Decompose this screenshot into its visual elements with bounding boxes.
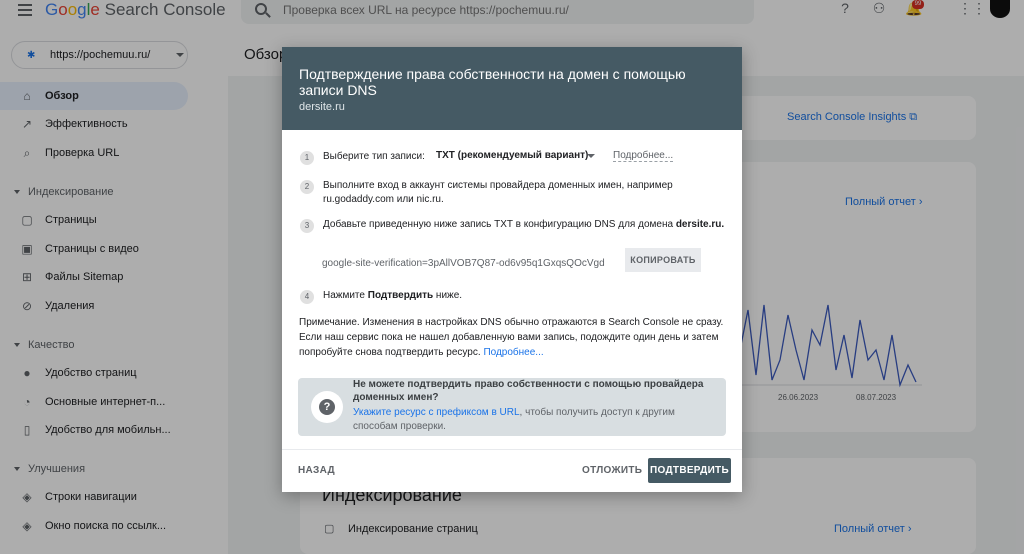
step3-text: Добавьте приведенную ниже запись TXT в к… [323,218,724,232]
help-title: Не можете подтвердить право собственност… [353,379,704,403]
step4-post: ниже. [435,290,463,301]
dialog-domain: dersite.ru [299,101,345,113]
step2-line: ru.godaddy.com или nic.ru. [323,194,444,205]
divider [282,449,742,450]
chevron-down-icon[interactable] [587,154,595,158]
dialog-title: Подтверждение права собственности на дом… [299,66,686,98]
step3-instruction: Добавьте приведенную ниже запись TXT в к… [323,219,674,230]
step3-domain: dersite.ru. [675,219,725,230]
help-text: Укажите ресурс с префиксом в URL, чтобы … [353,406,713,434]
confirm-button[interactable]: ПОДТВЕРДИТЬ [648,458,731,483]
record-type-select[interactable]: TXT (рекомендуемый вариант) [436,150,588,161]
note-more-link[interactable]: Подробнее... [483,347,543,358]
dialog-header: Подтверждение права собственности на дом… [282,47,742,130]
dns-verification-dialog: Подтверждение права собственности на дом… [282,47,742,492]
step2-line: Выполните вход в аккаунт системы провайд… [323,180,673,191]
step-number: 4 [300,290,314,304]
help-box: ? Не можете подтвердить право собственно… [298,378,726,436]
later-button[interactable]: ОТЛОЖИТЬ [582,465,642,476]
step1-label: Выберите тип записи: [323,151,425,162]
step-number: 3 [300,219,314,233]
step4-bold: Подтвердить [367,290,434,301]
step2-text: Выполните вход в аккаунт системы провайд… [323,179,673,207]
step-number: 2 [300,180,314,194]
copy-button[interactable]: КОПИРОВАТЬ [625,248,701,272]
txt-record-value[interactable]: google-site-verification=3pAllVOB7Q87-od… [322,258,605,269]
step-number: 1 [300,151,314,165]
step4-pre: Нажмите [323,290,365,301]
step4-text: Нажмите Подтвердить ниже. [323,289,462,303]
help-circle: ? [311,391,343,423]
back-button[interactable]: НАЗАД [298,465,335,476]
url-prefix-link[interactable]: Укажите ресурс с префиксом в URL [353,407,520,418]
dns-note: Примечание. Изменения в настройках DNS о… [299,315,729,360]
question-icon: ? [319,399,335,415]
more-info-link[interactable]: Подробнее... [613,150,674,162]
